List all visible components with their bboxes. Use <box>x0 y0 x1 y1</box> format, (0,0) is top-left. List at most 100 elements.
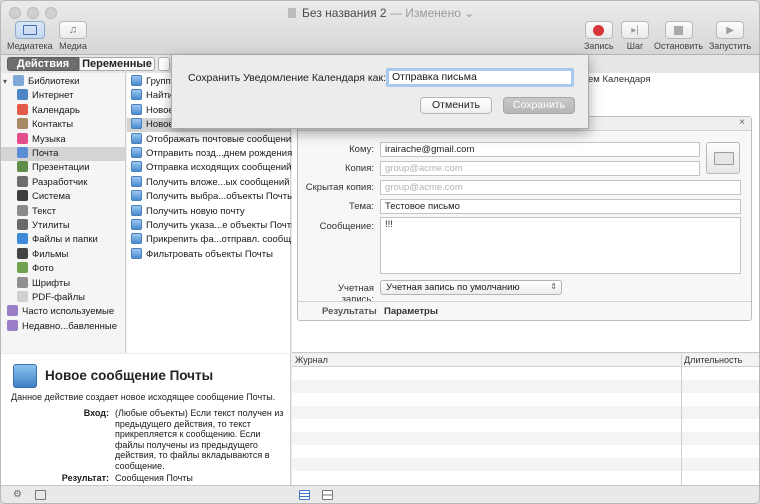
stop-label: Остановить <box>654 41 704 51</box>
sidebar-item-finder[interactable]: Файлы и папки <box>1 233 125 247</box>
library-label: Медиатека <box>7 41 53 51</box>
sidebar-item-mail[interactable]: Почта <box>1 147 125 161</box>
sidebar-item-label: Часто используемые <box>22 306 115 318</box>
document-name: Без названия 2 <box>302 6 387 20</box>
tab-params[interactable]: Параметры <box>384 306 438 317</box>
action-item[interactable]: Отправить позд...днем рождения <box>127 147 292 161</box>
action-item-label: Отображать почтовые сообщения <box>146 133 297 145</box>
sidebar-item-photo[interactable]: Фото <box>1 262 125 276</box>
gear-icon[interactable]: ⚙ <box>13 489 22 500</box>
action-item-label: Получить указа...е объекты Почты <box>146 220 298 231</box>
sidebar-item-folder[interactable]: ▾ Библиотеки <box>1 75 125 89</box>
account-value: Учетная запись по умолчанию <box>386 282 520 293</box>
sidebar-item-calendar[interactable]: Календарь <box>1 103 125 118</box>
card-tabs: Результаты Параметры <box>298 301 751 319</box>
action-item[interactable]: Фильтровать объекты Почты <box>127 247 290 262</box>
stop-icon <box>674 25 684 35</box>
window-title: Без названия 2 — Изменено ⌄ <box>1 6 759 20</box>
result-key: Результат: <box>61 473 109 483</box>
tools-icon <box>17 175 28 187</box>
sidebar-icon <box>22 25 37 35</box>
save-name-input[interactable]: Отправка письма <box>386 68 574 87</box>
log-column-divider <box>681 354 682 485</box>
search-field[interactable] <box>158 57 170 71</box>
sidebar-item-font[interactable]: Шрифты <box>1 276 125 291</box>
to-field[interactable]: irairache@gmail.com <box>380 142 700 157</box>
tab-variables[interactable]: Переменные <box>79 57 155 71</box>
action-item[interactable]: Отображать почтовые сообщения <box>127 132 296 147</box>
address-book-button[interactable] <box>706 142 740 174</box>
to-label: Кому: <box>349 144 374 155</box>
finder-icon <box>17 233 28 245</box>
document-icon <box>287 8 296 18</box>
action-item-label: Отправка исходящих сообщений <box>146 162 292 174</box>
sidebar-item-pdf[interactable]: PDF-файлы <box>1 291 125 305</box>
disclosure-triangle-icon[interactable]: ▾ <box>3 75 13 89</box>
action-item[interactable]: Прикрепить фа...отправл. сообщ. <box>127 233 294 247</box>
media-button[interactable]: ♫ Медиа <box>59 21 87 51</box>
sidebar-item-globe[interactable]: Интернет <box>1 89 125 103</box>
mail-action-icon <box>131 103 142 115</box>
library-list: ▾ Библиотеки Интернет Календарь Контакты Музы… <box>1 73 126 353</box>
play-icon: ▶ <box>726 24 734 36</box>
library-toggle-button[interactable]: Медиатека <box>7 21 53 51</box>
description-toggle-icon[interactable] <box>35 490 46 500</box>
log-column-journal[interactable]: Журнал <box>295 355 328 365</box>
sidebar-item-label: Недавно...бавленные <box>22 320 118 332</box>
run-button[interactable]: ▶ Запустить <box>709 21 751 51</box>
tab-actions[interactable]: Действия <box>7 57 79 71</box>
smart-folder-icon <box>7 305 18 317</box>
sidebar-item-smart-folder[interactable]: Недавно...бавленные <box>1 319 125 334</box>
subject-field[interactable]: Тестовое письмо <box>380 199 741 214</box>
sidebar-item-contacts[interactable]: Контакты <box>1 118 125 132</box>
music-note-icon: ♫ <box>68 24 78 36</box>
split-view-icon[interactable] <box>322 490 333 500</box>
account-select[interactable]: Учетная запись по умолчанию ⇕ <box>380 280 562 295</box>
sidebar-item-label: Разработчик <box>32 176 88 188</box>
calendar-action-fragment: ем Календаря <box>588 74 651 85</box>
action-item[interactable]: Получить выбра...объекты Почты <box>127 190 294 204</box>
message-field[interactable]: !!! <box>380 217 741 274</box>
sidebar-item-label: Библиотеки <box>28 76 80 87</box>
action-item[interactable]: Отправка исходящих сообщений <box>127 161 292 175</box>
sidebar-item-music[interactable]: Музыка <box>1 132 125 147</box>
save-button[interactable]: Сохранить <box>503 97 575 114</box>
action-item-label: Фильтровать объекты Почты <box>146 248 273 260</box>
pdf-icon <box>17 291 28 302</box>
mail-action-icon <box>131 204 142 216</box>
font-icon <box>17 276 28 288</box>
list-view-icon[interactable] <box>299 490 310 500</box>
bcc-field[interactable]: group@acme.com <box>380 180 741 195</box>
action-item[interactable]: Получить вложе...ых сообщений <box>127 175 290 190</box>
cc-field[interactable]: group@acme.com <box>380 161 700 176</box>
result-value: Сообщения Почты <box>115 473 193 483</box>
sidebar-item-film[interactable]: Фильмы <box>1 247 125 262</box>
edited-status[interactable]: — Изменено ⌄ <box>390 6 474 20</box>
sidebar-item-tools[interactable]: Разработчик <box>1 175 125 190</box>
step-button[interactable]: ▸| Шаг <box>621 21 649 51</box>
save-as-label: Сохранить Уведомление Календаря как: <box>188 72 387 84</box>
action-item[interactable]: Получить новую почту <box>127 204 290 219</box>
action-item-label: Прикрепить фа...отправл. сообщ. <box>146 234 294 246</box>
sidebar-item-utilities[interactable]: Утилиты <box>1 219 125 233</box>
record-button[interactable]: Запись <box>584 21 614 51</box>
cancel-button[interactable]: Отменить <box>420 97 492 114</box>
tab-results[interactable]: Результаты <box>322 306 377 317</box>
sidebar-item-smart-folder[interactable]: Часто используемые <box>1 305 125 319</box>
mail-action-icon <box>131 89 142 101</box>
sidebar-item-system[interactable]: Система <box>1 190 125 204</box>
sidebar-item-presentation[interactable]: Презентации <box>1 161 125 175</box>
sidebar-item-text[interactable]: Текст <box>1 204 125 219</box>
log-column-duration[interactable]: Длительность <box>684 355 742 365</box>
run-label: Запустить <box>709 41 752 51</box>
close-card-icon[interactable]: × <box>739 117 745 128</box>
description-pane: Новое сообщение Почты Данное действие со… <box>1 354 291 485</box>
action-item[interactable]: Получить указа...е объекты Почты <box>127 219 298 233</box>
stop-button[interactable]: Остановить <box>654 21 703 51</box>
subject-label: Тема: <box>348 201 374 212</box>
bottom-bar: ⚙ <box>1 485 759 503</box>
sidebar-item-label: Утилиты <box>32 220 70 231</box>
log-row <box>292 380 759 393</box>
calendar-icon <box>17 103 28 115</box>
popup-arrows-icon: ⇕ <box>550 282 557 291</box>
